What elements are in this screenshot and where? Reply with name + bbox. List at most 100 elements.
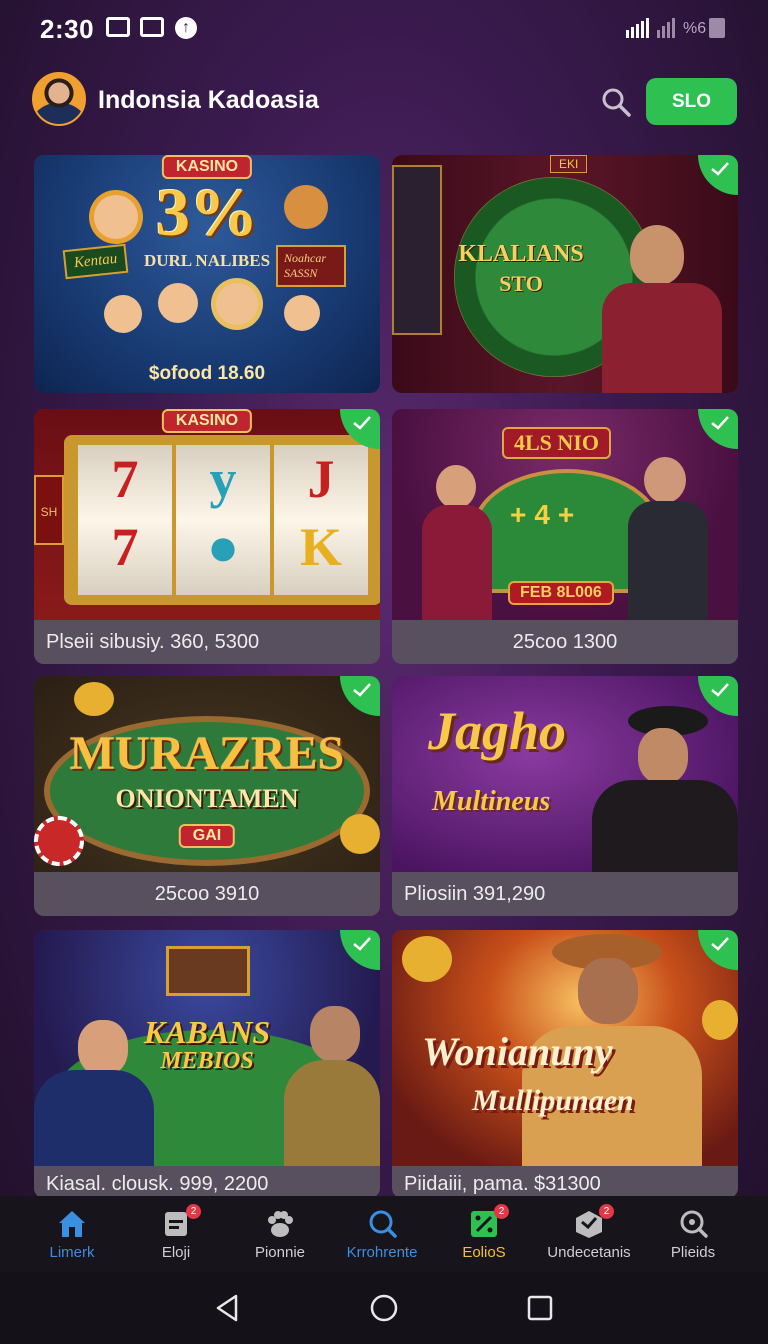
- signal-icon-secondary: [657, 18, 675, 38]
- chip-illustration: [34, 816, 84, 866]
- game-card-4[interactable]: 4LS NIO +4+ FEB 8L006 25coo 1300: [392, 409, 738, 664]
- game-card-caption: Plseii sibusiy. 360, 5300: [34, 620, 380, 664]
- character-illustration: [284, 185, 328, 229]
- check-icon: [711, 937, 729, 951]
- notification-badge: 2: [186, 1204, 201, 1219]
- check-icon: [353, 683, 371, 697]
- nav-item-eloji[interactable]: 2 Eloji: [124, 1196, 228, 1272]
- game-banner-title: 4LS NIO: [502, 427, 611, 459]
- status-bar: 2:30 ↑ %6: [0, 0, 768, 56]
- nav-label: Plieids: [670, 1244, 716, 1261]
- app-header: Indonsia Kadoasia SLO: [0, 68, 768, 134]
- nav-item-undecetanis[interactable]: 2 Undecetanis: [537, 1196, 641, 1272]
- slot-reel: 77: [78, 445, 172, 595]
- search-circle-icon: [369, 1210, 397, 1238]
- sim-icon: [106, 17, 130, 37]
- marquee-sign: EKI: [550, 155, 588, 173]
- upload-icon: ↑: [175, 17, 197, 39]
- recents-icon[interactable]: [524, 1292, 556, 1324]
- nav-item-krrohrente[interactable]: Krrohrente: [330, 1196, 434, 1272]
- notification-badge: 2: [599, 1204, 614, 1219]
- bottom-nav: Limerk 2 Eloji Pionnie Krrohrente 2 Eoli…: [0, 1196, 768, 1272]
- coin-illustration: [702, 1000, 738, 1040]
- signal-icon: [626, 18, 649, 38]
- game-card-3[interactable]: KASINO 77 y ● JK SH Plseii sibusiy. 360, …: [34, 409, 380, 664]
- nav-label: Krrohrente: [346, 1244, 418, 1261]
- sign-right: Noahcar SASSN: [276, 245, 346, 287]
- dealer-illustration: [644, 457, 686, 503]
- character-illustration: [638, 728, 688, 784]
- game-banner-title: Wonianuny: [422, 1029, 613, 1074]
- game-banner-title: Jagho: [428, 701, 567, 761]
- character-illustration: [216, 283, 258, 325]
- sign-left: Kentau: [62, 243, 129, 280]
- table-plaque: FEB 8L006: [508, 581, 614, 605]
- message-icon: [140, 17, 164, 37]
- game-card-art: KABANS MEBIOS: [34, 930, 380, 1166]
- check-icon: [711, 162, 729, 176]
- slo-button[interactable]: SLO: [646, 78, 737, 125]
- dealer-illustration: [630, 225, 684, 285]
- signal-label: %6: [683, 20, 707, 37]
- game-banner-subtitle: ONIONTAMEN: [115, 784, 299, 813]
- home-circle-icon[interactable]: [368, 1292, 400, 1324]
- table-plaque: GAI: [178, 824, 236, 848]
- game-card-5[interactable]: MURAZRES ONIONTAMEN GAI 25coo 3910: [34, 676, 380, 916]
- game-card-caption: Pliosiin 391,290: [392, 872, 738, 916]
- banner-label: KASINO: [161, 409, 253, 433]
- banner-headline: 3%: [156, 174, 258, 250]
- game-card-2[interactable]: EKI KLALIANS STO: [392, 155, 738, 393]
- game-card-art: KASINO 77 y ● JK SH: [34, 409, 380, 620]
- nav-item-limerk[interactable]: Limerk: [20, 1196, 124, 1272]
- game-card-caption: 25coo 3910: [34, 872, 380, 916]
- check-icon: [353, 416, 371, 430]
- home-icon: [59, 1211, 85, 1237]
- game-card-7[interactable]: KABANS MEBIOS Kiasal. clousk. 999, 2200: [34, 930, 380, 1198]
- game-card-1[interactable]: KASINO 3% DURL NALIBES Kentau Noahcar SA…: [34, 155, 380, 393]
- slot-machine-illustration: [166, 946, 250, 996]
- game-card-caption: 25coo 1300: [392, 620, 738, 664]
- app-title: Indonsia Kadoasia: [98, 86, 319, 114]
- nav-label: Undecetanis: [547, 1244, 631, 1261]
- search-icon[interactable]: [600, 86, 632, 118]
- game-card-caption: Kiasal. clousk. 999, 2200: [34, 1166, 380, 1198]
- nav-label: Limerk: [49, 1244, 95, 1261]
- avatar[interactable]: [32, 72, 86, 126]
- dealer-illustration: [602, 283, 722, 393]
- coin-illustration: [340, 814, 380, 854]
- game-card-6[interactable]: Jagho Multineus Pliosiin 391,290: [392, 676, 738, 916]
- character-illustration: [104, 295, 142, 333]
- character-illustration: [94, 195, 138, 239]
- character-illustration: [592, 780, 738, 872]
- side-label: SH: [34, 475, 64, 545]
- game-card-art: Wonianuny Mullipunaen: [392, 930, 738, 1166]
- check-icon: [711, 416, 729, 430]
- dealer-illustration: [78, 1020, 128, 1076]
- battery-icon: [709, 18, 725, 38]
- back-icon[interactable]: [212, 1292, 244, 1324]
- game-card-8[interactable]: Wonianuny Mullipunaen Piidaiii, pama. $3…: [392, 930, 738, 1198]
- check-icon: [353, 937, 371, 951]
- game-banner-title: MURAZRES: [69, 727, 345, 780]
- dealer-illustration: [34, 1070, 154, 1166]
- game-card-art: EKI KLALIANS STO: [392, 155, 738, 393]
- search-plus-icon: [680, 1210, 708, 1238]
- slot-reel: JK: [274, 445, 368, 595]
- coin-illustration: [402, 936, 452, 982]
- game-banner-subtitle: Mullipunaen: [472, 1084, 634, 1117]
- status-time: 2:30: [40, 14, 95, 44]
- character-illustration: [158, 283, 198, 323]
- notification-badge: 2: [494, 1204, 509, 1219]
- nav-item-plieids[interactable]: Plieids: [641, 1196, 745, 1272]
- game-card-art: 4LS NIO +4+ FEB 8L006: [392, 409, 738, 620]
- nav-label: Pionnie: [254, 1244, 306, 1261]
- nav-item-eolios[interactable]: 2 EolioS: [432, 1196, 536, 1272]
- game-card-art: Jagho Multineus: [392, 676, 738, 872]
- nav-item-pionnie[interactable]: Pionnie: [228, 1196, 332, 1272]
- game-card-art: MURAZRES ONIONTAMEN GAI: [34, 676, 380, 872]
- game-card-caption: Piidaiii, pama. $31300: [392, 1166, 738, 1198]
- nav-label: Eloji: [161, 1244, 191, 1261]
- nav-label: EolioS: [462, 1244, 506, 1261]
- dealer-illustration: [436, 465, 476, 509]
- check-icon: [711, 683, 729, 697]
